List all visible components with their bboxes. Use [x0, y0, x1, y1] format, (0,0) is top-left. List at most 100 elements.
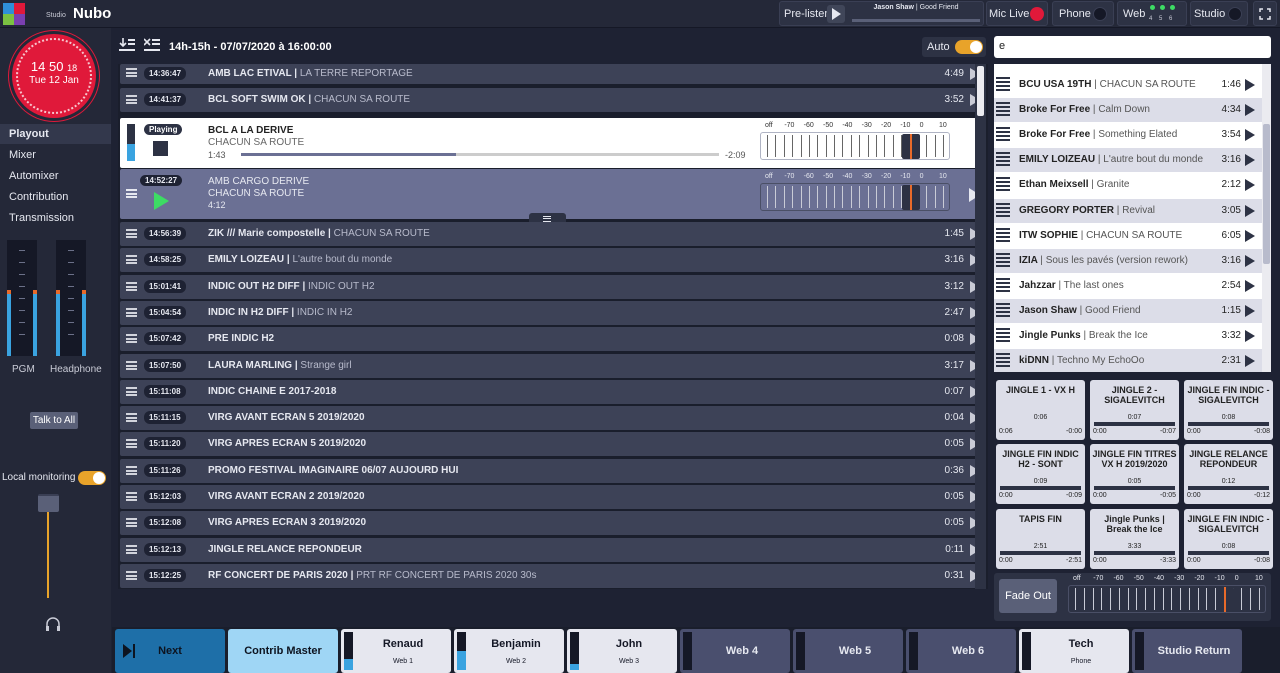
- drag-handle-icon[interactable]: [126, 307, 137, 317]
- drag-handle-icon[interactable]: [126, 386, 137, 396]
- fullscreen-button[interactable]: [1253, 1, 1277, 26]
- playlist-scrollbar[interactable]: [975, 64, 986, 589]
- bus-button-renaud[interactable]: Renaud Web 1: [341, 629, 451, 673]
- library-item[interactable]: Jingle Punks | Break the Ice 3:32: [994, 324, 1271, 348]
- sidebar-item-transmission[interactable]: Transmission: [0, 208, 111, 228]
- drag-handle-icon[interactable]: [126, 255, 137, 265]
- playing-item[interactable]: Playing BCL A LA DERIVE CHACUN SA ROUTE …: [120, 118, 986, 168]
- monitor-fader-handle[interactable]: [38, 494, 59, 512]
- library-item-play-icon[interactable]: [1245, 229, 1255, 242]
- sidebar-item-contribution[interactable]: Contribution: [0, 187, 111, 207]
- clear-playlist-icon[interactable]: [144, 38, 160, 52]
- cart-button[interactable]: JINGLE 2 - SIGALEVITCH 0:07 0:00 -0:07: [1090, 380, 1179, 440]
- drag-handle-icon[interactable]: [126, 229, 137, 238]
- cart-button[interactable]: JINGLE FIN INDIC - SIGALEVITCH 0:08 0:00 -0…: [1184, 380, 1273, 440]
- drag-handle-icon[interactable]: [126, 413, 137, 423]
- library-item[interactable]: IZIA | Sous les pavés (version rework) 3:…: [994, 248, 1271, 273]
- drag-handle-icon[interactable]: [126, 570, 137, 580]
- bus-button-web-5[interactable]: Web 5: [793, 629, 903, 673]
- cart-button[interactable]: Jingle Punks | Break the Ice 3:33 0:00 -3:3…: [1090, 509, 1179, 569]
- playlist-row[interactable]: 15:12:13 JINGLE RELANCE REPONDEUR 0:11: [120, 537, 986, 562]
- fade-volume-meter[interactable]: off -70 -60 -50 -40 -30 -20 -10 0 10: [1068, 575, 1266, 613]
- next-volume-meter[interactable]: off -70 -60 -50 -40 -30 -20 -10 0 10: [760, 173, 950, 211]
- bus-button-studio-return[interactable]: Studio Return: [1132, 629, 1242, 673]
- library-item-play-icon[interactable]: [1245, 179, 1255, 192]
- library-item-play-icon[interactable]: [1245, 355, 1255, 368]
- playlist-row[interactable]: 14:36:47 AMB LAC ETIVAL | LA TERRE REPOR…: [120, 64, 986, 84]
- bus-button-john[interactable]: John Web 3: [567, 629, 677, 673]
- fade-out-button[interactable]: Fade Out: [999, 579, 1057, 613]
- bus-button-web-6[interactable]: Web 6: [906, 629, 1016, 673]
- playlist-row[interactable]: 14:41:37 BCL SOFT SWIM OK | CHACUN SA RO…: [120, 88, 986, 112]
- library-item[interactable]: ITW SOPHIE | CHACUN SA ROUTE 6:05: [994, 223, 1271, 248]
- volume-handle[interactable]: [1215, 587, 1234, 612]
- library-item[interactable]: Jason Shaw | Good Friend 1:15: [994, 298, 1271, 323]
- library-search-input[interactable]: e: [994, 36, 1271, 58]
- local-monitoring-toggle[interactable]: [78, 471, 106, 485]
- sidebar-item-playout[interactable]: Playout: [0, 124, 111, 144]
- playlist-row[interactable]: 15:11:20 VIRG APRES ECRAN 5 2019/2020 0:05: [120, 432, 986, 457]
- library-item[interactable]: Jahzzar | The last ones 2:54: [994, 273, 1271, 298]
- cart-button[interactable]: TAPIS FIN 2:51 0:00 -2:51: [996, 509, 1085, 569]
- bus-button-next[interactable]: Next: [115, 629, 225, 673]
- library-item-play-icon[interactable]: [1245, 154, 1255, 167]
- library-item[interactable]: GREGORY PORTER | Revival 3:05: [994, 198, 1271, 223]
- playlist-row[interactable]: 15:04:54 INDIC IN H2 DIFF | INDIC IN H2 2:…: [120, 300, 986, 325]
- playing-volume-meter[interactable]: off -70 -60 -50 -40 -30 -20 -10 0 10: [760, 122, 950, 160]
- drag-handle-icon[interactable]: [126, 492, 137, 501]
- library-item[interactable]: Broke For Free | Calm Down 4:34: [994, 98, 1271, 123]
- playlist-row[interactable]: 15:12:03 VIRG AVANT ECRAN 2 2019/2020 0:05: [120, 485, 986, 509]
- drag-handle-icon[interactable]: [126, 334, 137, 344]
- playlist-row[interactable]: 15:11:15 VIRG AVANT ECRAN 5 2019/2020 0:04: [120, 406, 986, 431]
- monitor-fader-track[interactable]: [47, 503, 49, 598]
- library-scrollbar[interactable]: [1262, 64, 1271, 372]
- drag-handle-icon[interactable]: [126, 544, 137, 554]
- library-item[interactable]: kiDNN | Techno My EchoOo 2:31: [994, 349, 1271, 372]
- play-icon[interactable]: [154, 192, 169, 210]
- playlist-row[interactable]: 15:12:08 VIRG APRES ECRAN 3 2019/2020 0:05: [120, 511, 986, 536]
- playing-progress[interactable]: [241, 153, 719, 156]
- library-item-play-icon[interactable]: [1245, 330, 1255, 342]
- drag-handle-icon[interactable]: [126, 439, 137, 449]
- playlist-row[interactable]: 15:01:41 INDIC OUT H2 DIFF | INDIC OUT H2…: [120, 274, 986, 299]
- library-item[interactable]: Broke For Free | Something Elated 3:54: [994, 123, 1271, 148]
- library-item-play-icon[interactable]: [1245, 204, 1255, 217]
- drag-handle-icon[interactable]: [126, 360, 137, 370]
- bus-button-benjamin[interactable]: Benjamin Web 2: [454, 629, 564, 673]
- auto-toggle[interactable]: [955, 40, 983, 54]
- library-item-play-icon[interactable]: [1245, 79, 1255, 91]
- library-item-play-icon[interactable]: [1245, 129, 1255, 142]
- drag-handle-icon[interactable]: [126, 95, 137, 104]
- library-item-play-icon[interactable]: [1245, 279, 1255, 292]
- talk-to-all-button[interactable]: Talk to All: [30, 412, 78, 429]
- cart-button[interactable]: JINGLE FIN INDIC - SIGALEVITCH 0:08 0:00 -0…: [1184, 509, 1273, 569]
- drag-handle-icon[interactable]: [126, 68, 137, 77]
- next-item[interactable]: 14:52:27 AMB CARGO DERIVE CHACUN SA ROUT…: [120, 169, 986, 225]
- phone-button[interactable]: [1093, 7, 1107, 21]
- import-icon[interactable]: [119, 38, 135, 52]
- library-item[interactable]: Ethan Meixsell | Granite 2:12: [994, 173, 1271, 198]
- drag-handle-icon[interactable]: [126, 465, 137, 475]
- volume-handle[interactable]: [901, 134, 920, 159]
- cart-button[interactable]: JINGLE 1 - VX H 0:06 0:06 -0:00: [996, 380, 1085, 440]
- library-item-play-icon[interactable]: [1245, 104, 1255, 117]
- stop-button[interactable]: [153, 141, 168, 156]
- volume-handle[interactable]: [901, 185, 920, 210]
- sidebar-item-automixer[interactable]: Automixer: [0, 166, 111, 186]
- prelisten-progress[interactable]: [852, 19, 980, 22]
- bus-button-contrib-master[interactable]: Contrib Master: [228, 629, 338, 673]
- mic-live-button[interactable]: [1030, 7, 1044, 21]
- playlist-row[interactable]: 15:12:25 RF CONCERT DE PARIS 2020 | PRT R…: [120, 563, 986, 588]
- cart-button[interactable]: JINGLE FIN TITRES VX H 2019/2020 0:05 0:00…: [1090, 444, 1179, 504]
- bus-button-web-4[interactable]: Web 4: [680, 629, 790, 673]
- cart-button[interactable]: JINGLE FIN INDIC H2 - SONT 0:09 0:00 -0:09: [996, 444, 1085, 504]
- sidebar-item-mixer[interactable]: Mixer: [0, 145, 111, 165]
- playlist-row[interactable]: 14:56:39 ZIK /// Marie compostelle | CHAC…: [120, 222, 986, 246]
- drag-handle-icon[interactable]: [126, 518, 137, 528]
- playlist-row[interactable]: 15:07:50 LAURA MARLING | Strange girl 3:17: [120, 353, 986, 378]
- playlist-row[interactable]: 15:11:26 PROMO FESTIVAL IMAGINAIRE 06/07 …: [120, 458, 986, 483]
- library-item[interactable]: BCU USA 19TH | CHACUN SA ROUTE 1:46: [994, 73, 1271, 97]
- library-item-play-icon[interactable]: [1245, 304, 1255, 317]
- bus-button-tech[interactable]: Tech Phone: [1019, 629, 1129, 673]
- playlist-row[interactable]: 15:11:08 INDIC CHAINE E 2017-2018 0:07: [120, 379, 986, 404]
